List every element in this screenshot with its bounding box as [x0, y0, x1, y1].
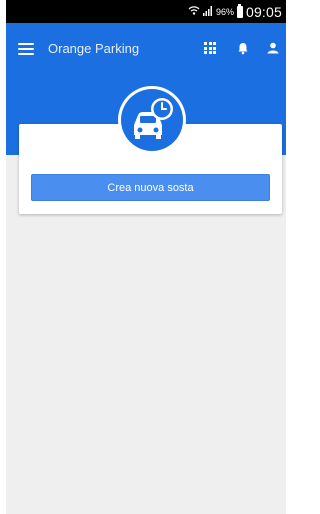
create-parking-button[interactable]: Crea nuova sosta	[31, 174, 270, 201]
wifi-icon	[188, 3, 200, 21]
signal-icon	[202, 3, 213, 21]
clock-time: 09:05	[245, 3, 282, 20]
app-title: Orange Parking	[48, 41, 140, 56]
battery-icon	[236, 3, 243, 18]
battery-percent: 96%	[215, 6, 234, 17]
app-bar: Orange Parking	[6, 23, 286, 73]
grid-icon[interactable]	[201, 39, 219, 57]
menu-icon[interactable]	[18, 43, 34, 55]
bell-icon[interactable]	[234, 39, 252, 57]
status-bar: 96% 09:05	[6, 0, 286, 23]
car-clock-icon	[121, 89, 183, 151]
phone-screen: 96% 09:05 Orange Parking Crea nuova sost…	[6, 0, 286, 514]
car-clock-avatar	[118, 86, 186, 154]
person-icon[interactable]	[264, 39, 282, 57]
